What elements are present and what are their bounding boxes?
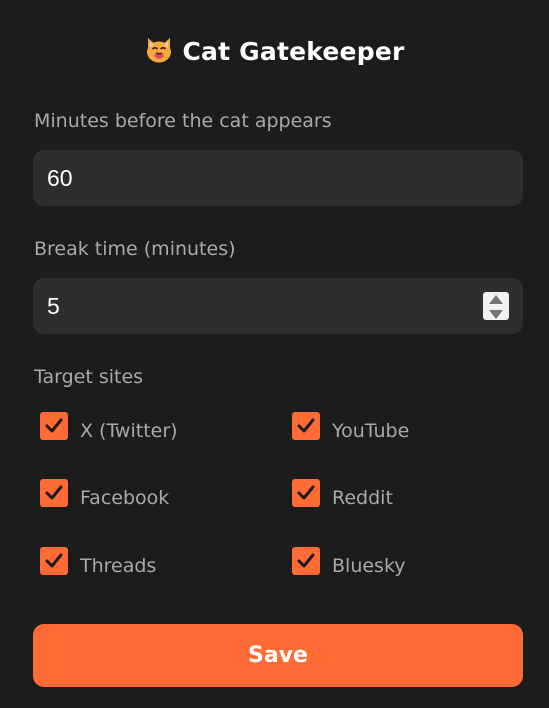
site-label: Bluesky bbox=[332, 555, 406, 577]
checkbox-checked-icon[interactable] bbox=[40, 412, 68, 440]
save-button[interactable]: Save bbox=[33, 624, 523, 687]
site-checkbox-facebook[interactable]: Facebook bbox=[40, 479, 260, 511]
site-label: YouTube bbox=[332, 420, 410, 442]
site-label: X (Twitter) bbox=[80, 420, 178, 442]
checkbox-checked-icon[interactable] bbox=[292, 547, 320, 575]
site-checkbox-youtube[interactable]: YouTube bbox=[292, 412, 492, 444]
break-label: Break time (minutes) bbox=[34, 238, 236, 260]
site-checkbox-bluesky[interactable]: Bluesky bbox=[292, 547, 492, 579]
number-stepper[interactable] bbox=[483, 292, 509, 320]
site-checkbox-threads[interactable]: Threads bbox=[40, 547, 260, 579]
checkbox-checked-icon[interactable] bbox=[40, 547, 68, 575]
site-label: Threads bbox=[80, 555, 157, 577]
minutes-field[interactable] bbox=[33, 150, 523, 206]
site-checkbox-reddit[interactable]: Reddit bbox=[292, 479, 492, 511]
stepper-up-icon[interactable] bbox=[483, 292, 509, 306]
break-field[interactable] bbox=[33, 278, 523, 334]
checkbox-checked-icon[interactable] bbox=[292, 479, 320, 507]
cat-face-icon bbox=[144, 36, 174, 64]
app-header: Cat Gatekeeper bbox=[0, 36, 549, 66]
minutes-input[interactable] bbox=[33, 150, 473, 206]
popup-panel: Cat Gatekeeper Minutes before the cat ap… bbox=[0, 0, 549, 708]
site-label: Facebook bbox=[80, 487, 170, 509]
app-title: Cat Gatekeeper bbox=[182, 37, 405, 66]
site-checkbox-x-twitter[interactable]: X (Twitter) bbox=[40, 412, 260, 444]
checkbox-checked-icon[interactable] bbox=[292, 412, 320, 440]
checkbox-checked-icon[interactable] bbox=[40, 479, 68, 507]
sites-label: Target sites bbox=[34, 366, 144, 388]
stepper-down-icon[interactable] bbox=[483, 306, 509, 320]
break-input[interactable] bbox=[33, 278, 473, 334]
site-label: Reddit bbox=[332, 487, 393, 509]
minutes-label: Minutes before the cat appears bbox=[34, 110, 332, 132]
